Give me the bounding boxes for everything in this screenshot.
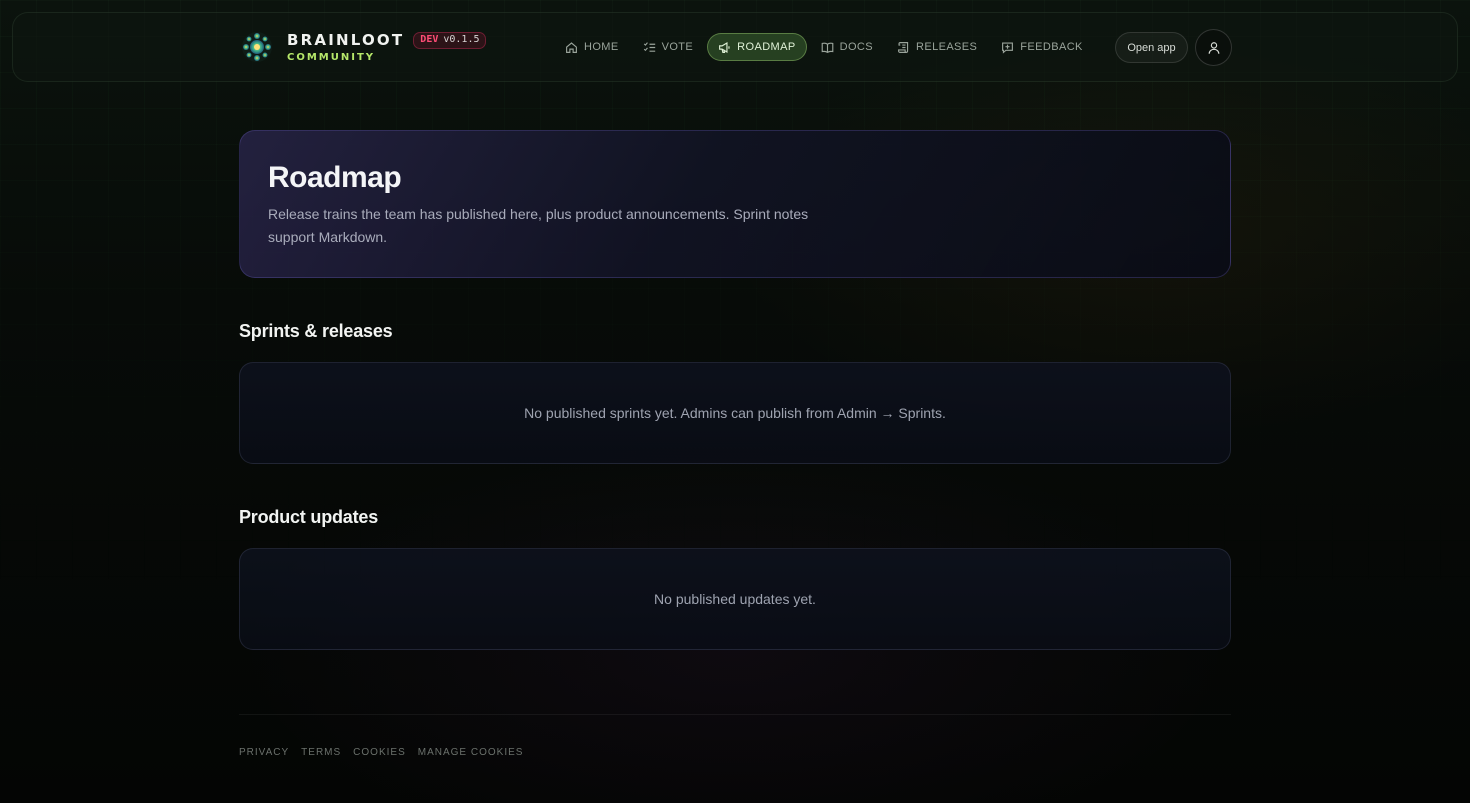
nav-roadmap[interactable]: ROADMAP (707, 33, 807, 61)
megaphone-icon (718, 41, 731, 54)
nav-docs[interactable]: DOCS (811, 33, 883, 61)
book-open-icon (821, 41, 834, 54)
updates-empty-state: No published updates yet. (239, 548, 1231, 650)
user-menu-button[interactable] (1195, 29, 1232, 66)
updates-empty-text: No published updates yet. (654, 591, 816, 607)
updates-section-title: Product updates (239, 507, 379, 527)
roadmap-hero: Roadmap Release trains the team has publ… (239, 130, 1231, 278)
nav-releases[interactable]: RELEASES (887, 33, 987, 61)
footer-terms-link[interactable]: TERMS (301, 747, 341, 758)
main-nav: HOME VOTE ROADMAP DOCS RELEASES FEEDBACK (555, 33, 1097, 61)
sprints-empty-state: No published sprints yet. Admins can pub… (239, 362, 1231, 464)
user-icon (1207, 41, 1221, 55)
footer-divider (239, 714, 1231, 715)
brainloot-logo-icon (240, 30, 274, 64)
nav-roadmap-label: ROADMAP (737, 41, 796, 53)
version-label: v0.1.5 (443, 34, 480, 45)
open-app-button[interactable]: Open app (1115, 32, 1188, 63)
top-navbar: BRAINLOOT DEV v0.1.5 COMMUNITY HOME VOTE (12, 12, 1458, 82)
page-title: Roadmap (268, 161, 402, 194)
sprints-section-title: Sprints & releases (239, 321, 393, 341)
footer-manage-cookies-link[interactable]: MANAGE COOKIES (418, 747, 524, 758)
message-plus-icon (1001, 41, 1014, 54)
brand-subtitle: COMMUNITY (287, 52, 376, 63)
nav-docs-label: DOCS (839, 41, 873, 53)
scroll-icon (897, 41, 910, 54)
footer-links: PRIVACY TERMS COOKIES MANAGE COOKIES (239, 747, 523, 758)
version-badge: DEV v0.1.5 (413, 31, 487, 49)
nav-vote-label: VOTE (661, 41, 694, 53)
env-label: DEV (420, 34, 439, 45)
nav-releases-label: RELEASES (915, 41, 978, 53)
nav-vote[interactable]: VOTE (633, 33, 704, 61)
page-description: Release trains the team has published he… (268, 206, 809, 245)
footer-cookies-link[interactable]: COOKIES (353, 747, 406, 758)
list-check-icon (643, 41, 656, 54)
nav-home[interactable]: HOME (555, 33, 629, 61)
brand[interactable]: BRAINLOOT DEV v0.1.5 COMMUNITY (240, 29, 487, 65)
nav-feedback[interactable]: FEEDBACK (991, 33, 1093, 61)
home-icon (565, 41, 578, 54)
brand-name: BRAINLOOT (287, 31, 405, 49)
sprints-empty-text: No published sprints yet. Admins can pub… (524, 405, 946, 421)
nav-home-label: HOME (584, 41, 619, 53)
nav-feedback-label: FEEDBACK (1020, 41, 1083, 53)
footer-privacy-link[interactable]: PRIVACY (239, 747, 289, 758)
